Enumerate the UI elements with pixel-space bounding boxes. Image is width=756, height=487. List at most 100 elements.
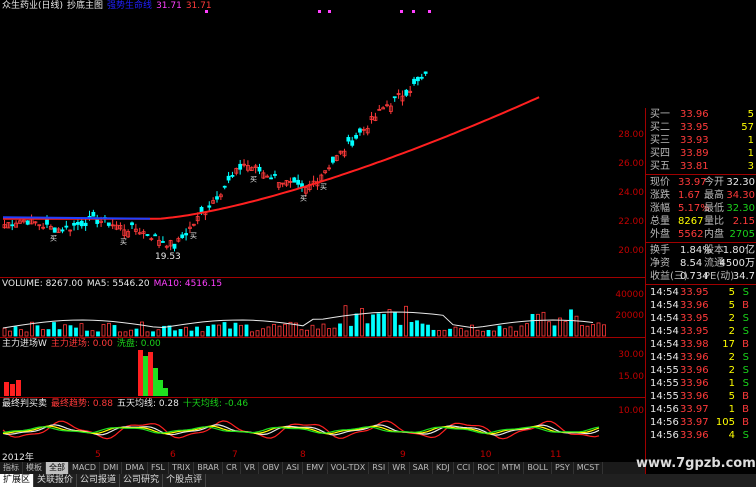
candle-body — [358, 128, 362, 133]
indicator-tab[interactable]: WR — [389, 462, 410, 474]
indicator-tab[interactable]: MCST — [574, 462, 604, 474]
candle-body — [230, 174, 235, 177]
indicator-tab[interactable]: RSI — [369, 462, 390, 474]
volume-bar — [343, 305, 348, 337]
indicator-tab[interactable]: 全部 — [46, 462, 69, 474]
volume-bar — [101, 324, 106, 337]
bottom-tab[interactable]: 关联报价 — [34, 474, 78, 487]
volume-bar — [585, 325, 590, 337]
indicator-tab[interactable]: BOLL — [524, 462, 552, 474]
volume-bar — [184, 326, 188, 337]
bid-price: 33.81 — [680, 161, 709, 172]
stat-row: 净资 8.54 流通 4500万 — [646, 257, 756, 270]
tick-price: 33.96 — [680, 391, 709, 402]
indicator-tab[interactable]: VR — [241, 462, 260, 474]
tick-side: B — [742, 300, 749, 311]
volume-bar — [580, 325, 584, 337]
tick-row: 14:54 33.95 5 S — [646, 286, 756, 299]
tick-volume: 2 — [728, 313, 735, 324]
quote-label: 总量 — [650, 216, 670, 227]
bid-price: 33.93 — [680, 135, 709, 146]
volume-bar — [459, 328, 463, 337]
volume-bar — [420, 323, 425, 337]
indicator-tab[interactable]: SAR — [410, 462, 433, 474]
indicator-tab[interactable]: CR — [223, 462, 242, 474]
volume-panel[interactable]: VOLUME: 8267.00 MA5: 5546.20 MA10: 4516.15… — [0, 278, 645, 338]
tick-side: B — [742, 417, 749, 428]
buy-sell-panel[interactable]: 最终判买卖 最终趋势: 0.88 五天均线: 0.28 十天均线: -0.46 10.… — [0, 398, 645, 450]
indicator-tab[interactable]: ASI — [283, 462, 304, 474]
month-label: 8 — [300, 450, 306, 460]
tick-volume: 4 — [728, 430, 735, 441]
bottom-tab[interactable]: 扩展区 — [0, 474, 35, 487]
tick-row: 14:54 33.96 5 B — [646, 299, 756, 312]
volume-bar — [41, 329, 45, 337]
quote-value: 5562 — [678, 229, 704, 240]
bottom-tab[interactable]: 公司研究 — [120, 474, 164, 487]
quote-label: 最低 — [704, 203, 724, 214]
buy-marker: 买 — [120, 238, 127, 246]
indicator-tab[interactable]: OBV — [259, 462, 284, 474]
quote-value: 8267 — [678, 216, 704, 227]
candlestick-chart[interactable]: 买买买买买买 — [0, 0, 645, 278]
stat-row: 收益(三) 0.734 PE(动) 34.7 — [646, 270, 756, 283]
main-chart-panel[interactable]: 众生药业(日线) 抄底主图 强势生命线 31.71 31.71 买买买买买买 28.00… — [0, 0, 645, 278]
signal-dot — [428, 10, 431, 13]
tick-time: 14:54 — [650, 300, 679, 311]
indicator-tab[interactable]: MACD — [69, 462, 100, 474]
quote-label: 涨幅 — [650, 203, 670, 214]
quote-value: 2705 — [729, 229, 755, 240]
buy-marker: 买 — [320, 183, 327, 191]
indicator-tab[interactable]: DMA — [122, 462, 148, 474]
indicator-tab[interactable]: ROC — [474, 462, 499, 474]
volume-bar — [431, 329, 436, 337]
bottom-tab[interactable]: 公司报道 — [77, 474, 121, 487]
volume-bar — [448, 328, 452, 337]
main-force-panel[interactable]: 主力进场W 主力进场: 0.00 洗盘: 0.00 30.00 15.00 — [0, 338, 645, 398]
indicator-tab[interactable]: DMI — [100, 462, 123, 474]
volume-bar — [129, 329, 133, 337]
quote-row: 涨跌 1.67 最高 34.30 — [646, 189, 756, 202]
indicator-tab[interactable]: BRAR — [194, 462, 224, 474]
tick-price: 33.96 — [680, 365, 709, 376]
volume-chart[interactable] — [0, 278, 645, 338]
indicator-tab[interactable]: PSY — [552, 462, 574, 474]
main-force-bar — [163, 388, 168, 396]
tick-time: 14:54 — [650, 313, 679, 324]
buy-sell-chart[interactable] — [0, 398, 645, 450]
indicator-tab[interactable]: 指标 — [0, 462, 23, 474]
volume-bar — [360, 308, 364, 337]
volume-axis-label: 40000 — [615, 290, 644, 300]
tick-side: S — [742, 378, 749, 389]
volume-bar — [19, 329, 23, 337]
bid-volume: 1 — [747, 135, 754, 146]
candle-body — [257, 166, 262, 172]
volume-bar — [74, 327, 78, 337]
month-label: 7 — [232, 450, 238, 460]
tick-price: 33.97 — [680, 404, 709, 415]
indicator-tab[interactable]: FSL — [148, 462, 169, 474]
indicator-tab[interactable]: 模板 — [23, 462, 46, 474]
volume-bar — [497, 325, 502, 337]
tick-side: S — [742, 313, 749, 324]
indicator-tab[interactable]: VOL-TDX — [328, 462, 370, 474]
bottom-tab[interactable]: 个股点评 — [163, 474, 207, 487]
signal-dot — [412, 10, 415, 13]
indicator-tab[interactable]: KDJ — [433, 462, 454, 474]
indicator-tab[interactable]: TRIX — [169, 462, 195, 474]
watermark: www.7gpzb.com — [636, 456, 756, 471]
indicator-tab[interactable]: EMV — [303, 462, 328, 474]
indicator-tab[interactable]: MTM — [499, 462, 525, 474]
tick-time: 14:54 — [650, 287, 679, 298]
indicator-tab[interactable]: CCI — [454, 462, 475, 474]
volume-bar — [255, 330, 260, 337]
bid-volume: 3 — [747, 161, 754, 172]
volume-bar — [349, 325, 353, 337]
main-force-chart[interactable] — [0, 338, 645, 398]
volume-bar — [530, 313, 535, 337]
volume-bar — [52, 322, 56, 337]
quote-label: 内盘 — [704, 229, 724, 240]
volume-bar — [552, 325, 557, 337]
candle-body — [350, 140, 355, 146]
low-price-label: 19.53 — [155, 252, 181, 262]
